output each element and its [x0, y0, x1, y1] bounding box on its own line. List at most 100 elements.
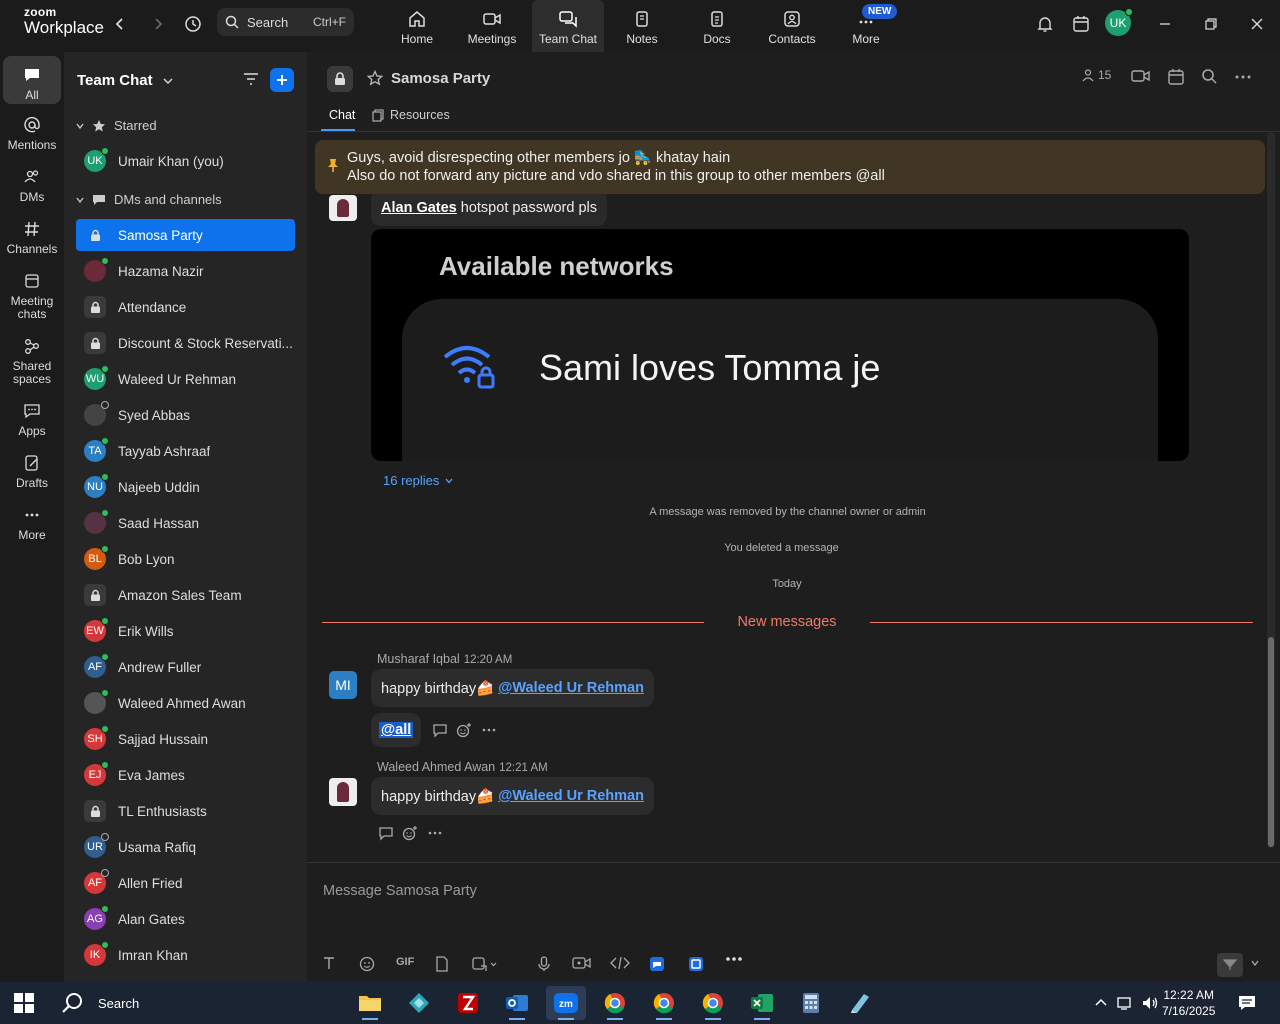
sidebar-item[interactable]: WU Waleed Ur Rehman [76, 363, 295, 395]
code-snippet-icon[interactable] [610, 956, 630, 970]
ellipsis-icon[interactable] [428, 831, 442, 835]
chevron-down-icon[interactable] [1251, 960, 1259, 966]
message-bubble[interactable]: happy birthday🍰 @Waleed Ur Rehman [371, 777, 654, 815]
forward-arrow-icon[interactable] [146, 12, 170, 36]
tab-resources[interactable]: Resources [372, 108, 450, 122]
calendar-icon[interactable] [1167, 68, 1185, 86]
rail-channels[interactable]: Channels [0, 218, 64, 256]
sidebar-item[interactable]: TA Tayyab Ashraaf [76, 435, 295, 467]
chrome-icon[interactable] [693, 986, 733, 1020]
tab-meetings[interactable]: Meetings [456, 0, 528, 52]
app-icon[interactable] [688, 956, 704, 972]
sidebar-item[interactable]: IK Imran Khan [76, 939, 295, 971]
mention-link[interactable]: Alan Gates [381, 200, 457, 216]
message-bubble[interactable]: happy birthday🍰 @Waleed Ur Rehman [371, 669, 654, 707]
scrollbar-track[interactable] [1267, 132, 1275, 848]
send-button[interactable] [1217, 953, 1243, 977]
minimize-icon[interactable] [1153, 12, 1177, 36]
rail-apps[interactable]: Apps [0, 400, 64, 438]
bell-icon[interactable] [1033, 12, 1057, 36]
app-icon[interactable] [649, 956, 665, 972]
filter-icon[interactable] [242, 71, 260, 87]
network-icon[interactable] [1117, 995, 1135, 1011]
members-button[interactable]: 15 [1081, 68, 1111, 82]
sidebar-item-starred-self[interactable]: UK Umair Khan (you) [76, 145, 295, 177]
text-format-icon[interactable] [322, 956, 336, 970]
sidebar-title[interactable]: Team Chat [77, 72, 173, 89]
video-clip-icon[interactable] [572, 956, 592, 970]
tab-notes[interactable]: Notes [606, 0, 678, 52]
scrollbar-thumb[interactable] [1268, 637, 1274, 847]
sidebar-item[interactable]: Saad Hassan [76, 507, 295, 539]
avatar[interactable]: MI [329, 671, 357, 699]
sidebar-item[interactable]: AG Alan Gates [76, 903, 295, 935]
app-diamond-icon[interactable] [399, 986, 439, 1020]
outlook-icon[interactable] [497, 986, 537, 1020]
profile-avatar[interactable]: UK [1105, 8, 1133, 36]
message-bubble[interactable]: Alan Gates hotspot password pls [371, 190, 607, 226]
message-bubble[interactable]: @all [371, 713, 422, 747]
chevron-up-icon[interactable] [1094, 997, 1108, 1007]
reply-icon[interactable] [432, 722, 448, 738]
calendar-icon[interactable] [1069, 12, 1093, 36]
search-box[interactable]: Search Ctrl+F [217, 8, 354, 36]
sidebar-item[interactable]: Hazama Nazir [76, 255, 295, 287]
filezilla-icon[interactable] [448, 986, 488, 1020]
tab-home[interactable]: Home [381, 0, 453, 52]
tab-contacts[interactable]: Contacts [756, 0, 828, 52]
tab-team-chat[interactable]: Team Chat [532, 0, 604, 52]
app-pen-icon[interactable] [840, 986, 880, 1020]
sidebar-item[interactable]: Amazon Sales Team [76, 579, 295, 611]
tab-chat[interactable]: Chat [329, 108, 355, 122]
shared-image[interactable]: Available networks Sami loves Tomma je [371, 229, 1189, 461]
rail-all[interactable]: All [3, 56, 61, 104]
restore-icon[interactable] [1199, 12, 1223, 36]
pinned-message[interactable]: Guys, avoid disrespecting other members … [315, 140, 1265, 194]
zoom-app-icon[interactable]: zm [546, 986, 586, 1020]
history-icon[interactable] [181, 12, 205, 36]
excel-icon[interactable] [742, 986, 782, 1020]
notification-center-icon[interactable] [1238, 994, 1256, 1012]
reply-icon[interactable] [378, 825, 394, 841]
sidebar-item[interactable]: Samosa Party [76, 219, 295, 251]
sidebar-item[interactable]: NU Najeeb Uddin [76, 471, 295, 503]
file-explorer-icon[interactable] [350, 986, 390, 1020]
search-icon[interactable] [1201, 68, 1217, 84]
mention-link[interactable]: @all [379, 722, 414, 738]
sidebar-item[interactable]: EW Erik Wills [76, 615, 295, 647]
chrome-icon[interactable] [595, 986, 635, 1020]
more-options-icon[interactable] [725, 956, 743, 962]
sidebar-item[interactable]: Discount & Stock Reservati... [76, 327, 295, 359]
rail-dms[interactable]: DMs [0, 166, 64, 204]
sidebar-item[interactable]: Waleed Ahmed Awan [76, 687, 295, 719]
sidebar-item[interactable]: UR Usama Rafiq [76, 831, 295, 863]
back-arrow-icon[interactable] [108, 12, 132, 36]
sidebar-item[interactable]: AF Allen Fried [76, 867, 295, 899]
volume-icon[interactable] [1141, 995, 1159, 1011]
windows-start-icon[interactable] [14, 993, 34, 1013]
starred-section[interactable]: Starred [76, 118, 157, 133]
tab-docs[interactable]: Docs [681, 0, 753, 52]
mention-link[interactable]: @Waleed Ur Rehman [498, 680, 644, 696]
message-composer[interactable]: Message Samosa Party GIF [307, 862, 1280, 982]
taskbar-clock[interactable]: 12:22 AM 7/16/2025 [1162, 987, 1215, 1019]
emoji-react-icon[interactable] [402, 825, 418, 841]
avatar[interactable] [329, 778, 357, 806]
emoji-icon[interactable] [359, 956, 375, 972]
rail-shared-spaces[interactable]: Shared spaces [0, 335, 64, 386]
screenshot-icon[interactable] [471, 956, 497, 972]
close-icon[interactable] [1245, 12, 1269, 36]
sidebar-item[interactable]: BL Bob Lyon [76, 543, 295, 575]
channel-title[interactable]: Samosa Party [391, 70, 490, 87]
ellipsis-icon[interactable] [482, 728, 496, 732]
dms-section[interactable]: DMs and channels [76, 192, 222, 207]
rail-mentions[interactable]: Mentions [0, 114, 64, 152]
calculator-icon[interactable] [791, 986, 831, 1020]
microphone-icon[interactable] [537, 956, 551, 972]
video-camera-icon[interactable] [1131, 68, 1151, 84]
new-chat-button[interactable] [270, 68, 294, 92]
sidebar-item[interactable]: TL Enthusiasts [76, 795, 295, 827]
mention-link[interactable]: @Waleed Ur Rehman [498, 788, 644, 804]
sidebar-item[interactable]: Attendance [76, 291, 295, 323]
sidebar-item[interactable]: Syed Abbas [76, 399, 295, 431]
